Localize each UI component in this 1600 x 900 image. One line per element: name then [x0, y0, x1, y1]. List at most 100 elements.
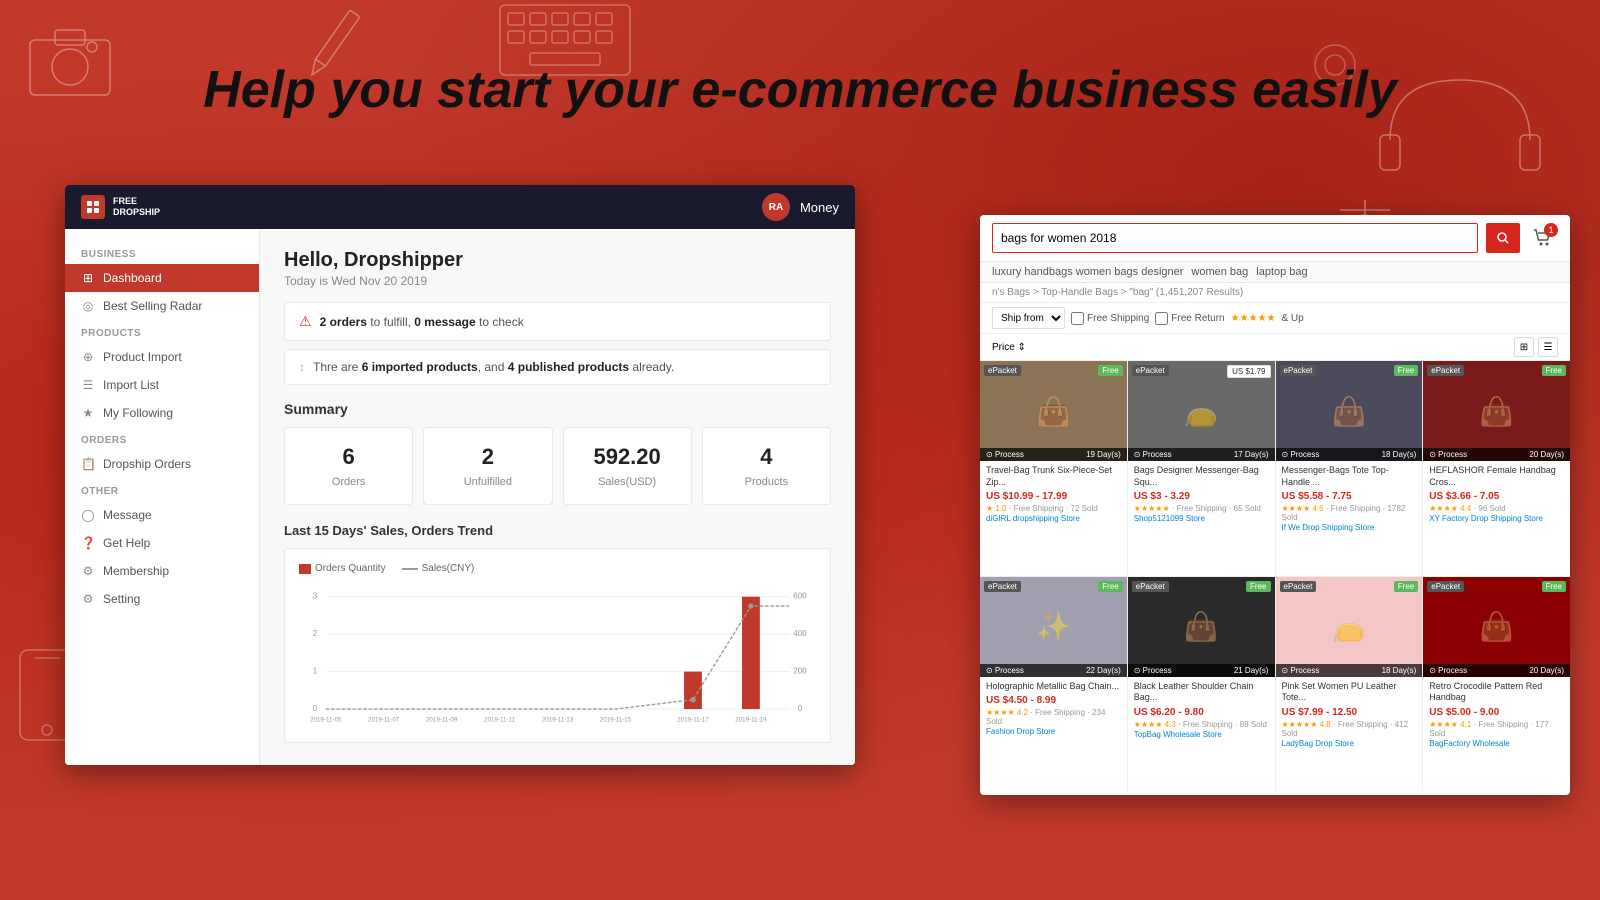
sidebar-item-membership[interactable]: ⚙ Membership — [65, 557, 259, 585]
products-label: Products — [713, 476, 820, 488]
sidebar-item-dashboard[interactable]: ⊞ Dashboard — [65, 264, 259, 292]
info-products: ↕ Thre are 6 imported products, and 4 pu… — [284, 349, 831, 385]
sidebar-section-orders: ORDERS — [65, 427, 259, 450]
price-sort-label: Price ⇕ — [992, 342, 1026, 353]
product-store-5: Fashion Drop Store — [986, 727, 1121, 736]
product-card-6[interactable]: 👜 ePacket Free ⊙ Process 21 Day(s) Black… — [1128, 577, 1275, 792]
free-badge-4: Free — [1542, 365, 1566, 376]
product-card-2[interactable]: 👝 ePacket US $1.79 ⊙ Process 17 Day(s) B… — [1128, 361, 1275, 576]
orders-count: 2 orders — [320, 315, 367, 329]
product-store-3: If We Drop Shipping Store — [1282, 523, 1417, 532]
sales-label: Sales(USD) — [574, 476, 681, 488]
svg-text:2019-11-11: 2019-11-11 — [484, 717, 515, 722]
tag-2[interactable]: women bag — [1191, 266, 1248, 278]
sidebar-label-following: My Following — [103, 406, 173, 420]
sidebar-item-product-import[interactable]: ⊕ Product Import — [65, 343, 259, 371]
chart-svg: 3 2 1 0 600 400 200 0 — [299, 582, 816, 722]
summary-sales: 592.20 Sales(USD) — [563, 427, 692, 505]
svg-text:2019-11-15: 2019-11-15 — [600, 717, 632, 722]
summary-products: 4 Products — [702, 427, 831, 505]
product-card-5[interactable]: ✨ ePacket Free ⊙ Process 22 Day(s) Holog… — [980, 577, 1127, 792]
process-label-7: ⊙ Process — [1282, 666, 1320, 675]
product-card-1[interactable]: 👜 ePacket Free ⊙ Process 19 Day(s) Trave… — [980, 361, 1127, 576]
product-name-4: HEFLASHOR Female Handbag Cros... — [1429, 465, 1564, 488]
process-days-1: 19 Day(s) — [1086, 450, 1121, 459]
sidebar-item-following[interactable]: ★ My Following — [65, 399, 259, 427]
process-label-6: ⊙ Process — [1134, 666, 1172, 675]
product-info-4: HEFLASHOR Female Handbag Cros... US $3.6… — [1423, 461, 1570, 529]
unfulfilled-value: 2 — [434, 444, 541, 470]
user-avatar[interactable]: RA — [762, 193, 790, 221]
free-badge-6: Free — [1246, 581, 1270, 592]
product-card-7[interactable]: 👝 ePacket Free ⊙ Process 18 Day(s) Pink … — [1276, 577, 1423, 792]
search-input[interactable] — [992, 223, 1478, 253]
free-shipping-filter[interactable]: Free Shipping — [1071, 312, 1149, 325]
svg-text:400: 400 — [793, 629, 807, 638]
ship-from-select[interactable]: Ship from — [992, 307, 1065, 329]
sidebar-item-best-selling[interactable]: ◎ Best Selling Radar — [65, 292, 259, 320]
sidebar-item-import-list[interactable]: ☰ Import List — [65, 371, 259, 399]
search-button[interactable] — [1486, 223, 1520, 253]
process-label-1: ⊙ Process — [986, 450, 1024, 459]
svg-text:1: 1 — [313, 666, 318, 675]
process-days-6: 21 Day(s) — [1234, 666, 1269, 675]
list-icon: ☰ — [81, 378, 95, 392]
process-bar-4: ⊙ Process 20 Day(s) — [1423, 448, 1570, 461]
sidebar-item-dropship-orders[interactable]: 📋 Dropship Orders — [65, 450, 259, 478]
products-value: 4 — [713, 444, 820, 470]
free-shipping-checkbox[interactable] — [1071, 312, 1084, 325]
tag-1[interactable]: luxury handbags women bags designer — [992, 266, 1183, 278]
sidebar-section-other: OTHER — [65, 478, 259, 501]
imported-count: 6 imported products — [362, 360, 478, 374]
summary-orders: 6 Orders — [284, 427, 413, 505]
tag-3[interactable]: laptop bag — [1256, 266, 1307, 278]
sidebar-label-membership: Membership — [103, 564, 169, 578]
free-badge-3: Free — [1394, 365, 1418, 376]
product-name-1: Travel-Bag Trunk Six-Piece-Set Zip... — [986, 465, 1121, 488]
grid-view-btn[interactable]: ⊞ — [1514, 337, 1534, 357]
product-price-3: US $5.58 - 7.75 — [1282, 491, 1417, 502]
product-meta-7: ★★★★★ 4.8 · Free Shipping · 412 Sold — [1282, 720, 1417, 738]
list-view-btn[interactable]: ☰ — [1538, 337, 1558, 357]
process-days-8: 20 Day(s) — [1529, 666, 1564, 675]
star-icon: ★ — [81, 406, 95, 420]
stars-filter[interactable]: ★★★★★ — [1231, 313, 1276, 324]
process-bar-1: ⊙ Process 19 Day(s) — [980, 448, 1127, 461]
free-return-filter[interactable]: Free Return — [1155, 312, 1224, 325]
product-price-1: US $10.99 - 17.99 — [986, 491, 1121, 502]
ecommerce-topbar: 1 — [980, 215, 1570, 262]
sidebar: BUSINESS ⊞ Dashboard ◎ Best Selling Rada… — [65, 229, 260, 765]
product-card-4[interactable]: 👜 ePacket Free ⊙ Process 20 Day(s) HEFLA… — [1423, 361, 1570, 576]
cart-badge: 1 — [1544, 223, 1558, 237]
message-count: 0 message — [414, 315, 475, 329]
free-return-checkbox[interactable] — [1155, 312, 1168, 325]
product-info-2: Bags Designer Messenger-Bag Squ... US $3… — [1128, 461, 1275, 529]
product-price-2: US $3 - 3.29 — [1134, 491, 1269, 502]
dot-7 — [748, 603, 753, 608]
product-store-6: TopBag Wholesale Store — [1134, 730, 1269, 739]
free-badge-1: Free — [1098, 365, 1122, 376]
tag-bar: luxury handbags women bags designer wome… — [980, 262, 1570, 283]
message-icon: ◯ — [81, 508, 95, 522]
epacket-badge-6: ePacket — [1132, 581, 1169, 592]
product-price-5: US $4.50 - 8.99 — [986, 695, 1121, 706]
product-store-2: Shop5121099 Store — [1134, 514, 1269, 523]
svg-text:600: 600 — [793, 592, 807, 601]
product-card-8[interactable]: 👜 ePacket Free ⊙ Process 20 Day(s) Retro… — [1423, 577, 1570, 792]
topbar-right: RA Money — [762, 193, 839, 221]
sidebar-item-setting[interactable]: ⚙ Setting — [65, 585, 259, 613]
product-stars-1: ★ 1.0 — [986, 504, 1007, 513]
product-card-3[interactable]: 👜 ePacket Free ⊙ Process 18 Day(s) Messe… — [1276, 361, 1423, 576]
process-label-4: ⊙ Process — [1429, 450, 1467, 459]
svg-text:0: 0 — [798, 704, 803, 713]
sidebar-item-message[interactable]: ◯ Message — [65, 501, 259, 529]
cart-icon-wrap[interactable]: 1 — [1528, 223, 1558, 253]
sidebar-label-dropship-orders: Dropship Orders — [103, 457, 191, 471]
orders-value: 6 — [295, 444, 402, 470]
orders-icon: 📋 — [81, 457, 95, 471]
greeting-text: Hello, Dropshipper — [284, 249, 831, 272]
price-sort[interactable]: Price ⇕ — [992, 342, 1026, 353]
bar-6 — [684, 672, 702, 709]
breadcrumb-bar: n's Bags > Top-Handle Bags > "bag" (1,45… — [980, 283, 1570, 303]
sidebar-item-get-help[interactable]: ❓ Get Help — [65, 529, 259, 557]
